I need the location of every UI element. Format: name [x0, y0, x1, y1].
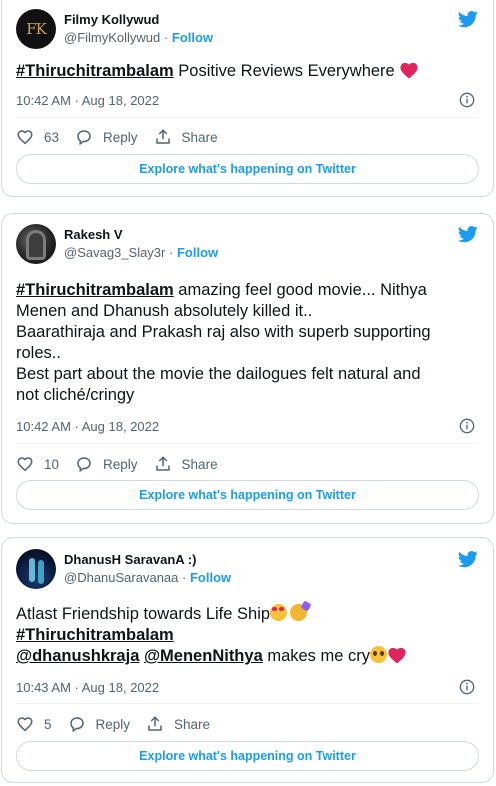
reply-bubble-icon: [69, 717, 84, 733]
tweet-text: #Thiruchitrambalam Positive Reviews Ever…: [16, 61, 479, 82]
info-icon[interactable]: [459, 679, 475, 695]
pleading-face-emoji: [370, 646, 388, 663]
author-handle[interactable]: @DhanuSaravanaa: [64, 570, 178, 585]
like-heart-icon: [17, 457, 33, 472]
avatar[interactable]: FK: [16, 9, 56, 49]
tweet-text-line: Atlast Friendship towards Life Ship: [16, 605, 271, 623]
red-heart-emoji: [388, 647, 406, 664]
tweet-text-rest: makes me cry: [262, 647, 371, 665]
share-label: Share: [181, 456, 218, 472]
tweet-line: #Thiruchitrambalam: [16, 625, 479, 646]
avatar-figure: [29, 558, 35, 582]
tweet-line: Menen and Dhanush absolutely killed it..: [16, 302, 313, 320]
tweet-card[interactable]: FK Filmy Kollywud @FilmyKollywud · Follo…: [1, 0, 494, 197]
reply-button[interactable]: Reply: [75, 455, 138, 473]
avatar[interactable]: [16, 224, 56, 264]
tweet-line: #Thiruchitrambalam amazing feel good mov…: [16, 280, 479, 301]
reply-bubble-icon: [77, 457, 91, 473]
share-button[interactable]: Share: [154, 455, 218, 473]
reply-label: Reply: [103, 129, 138, 145]
tweet-timestamp[interactable]: 10:43 AM · Aug 18, 2022: [16, 680, 159, 695]
twitter-bird-icon[interactable]: [457, 549, 479, 569]
share-label: Share: [181, 129, 218, 145]
tweet-card[interactable]: DhanusH SaravanA :) @DhanuSaravanaa · Fo…: [1, 537, 494, 783]
twitter-bird-icon[interactable]: [457, 224, 479, 244]
party-face-emoji: [290, 604, 308, 621]
reply-button[interactable]: Reply: [68, 715, 131, 733]
reply-label: Reply: [103, 456, 138, 472]
share-icon: [155, 129, 170, 144]
divider: [16, 443, 479, 444]
info-icon[interactable]: [459, 418, 475, 434]
hashtag-link[interactable]: #Thiruchitrambalam: [16, 626, 174, 644]
share-label: Share: [174, 716, 211, 732]
tweet-line: Best part about the movie the dailogues …: [16, 365, 421, 383]
follow-link[interactable]: Follow: [172, 30, 213, 45]
tweet-line: not cliché/cringy: [16, 386, 135, 404]
tweet-timestamp[interactable]: 10:42 AM · Aug 18, 2022: [16, 419, 159, 434]
tweet-actions: 63 Reply Share: [16, 127, 234, 147]
share-icon: [155, 456, 170, 471]
divider: [16, 703, 479, 704]
follow-link[interactable]: Follow: [190, 570, 231, 585]
hashtag-link[interactable]: #Thiruchitrambalam: [16, 62, 174, 80]
like-button[interactable]: 5: [16, 715, 52, 733]
tweet-header: DhanusH SaravanA :) @DhanuSaravanaa · Fo…: [16, 549, 479, 593]
author-handle-line: @DhanuSaravanaa · Follow: [64, 570, 231, 585]
tweet-line: Atlast Friendship towards Life Ship: [16, 604, 479, 625]
share-icon: [148, 716, 162, 731]
like-heart-icon: [17, 130, 33, 145]
share-button[interactable]: Share: [146, 715, 210, 733]
divider: [16, 117, 479, 118]
tweet-header: Rakesh V @Savag3_Slay3r · Follow: [16, 224, 479, 268]
like-count: 63: [44, 129, 60, 145]
follow-link[interactable]: Follow: [177, 245, 218, 260]
explore-button[interactable]: Explore what's happening on Twitter: [16, 480, 479, 510]
separator-dot: ·: [182, 570, 187, 585]
mention-link[interactable]: @dhanushkraja: [16, 647, 139, 665]
author-handle-line: @FilmyKollywud · Follow: [64, 30, 213, 45]
share-button[interactable]: Share: [154, 128, 218, 146]
like-count: 5: [44, 716, 52, 732]
tweet-timestamp[interactable]: 10:42 AM · Aug 18, 2022: [16, 93, 159, 108]
like-count: 10: [44, 456, 60, 472]
smiling-hearts-emoji: [270, 604, 288, 621]
tweet-actions: 10 Reply Share: [16, 454, 234, 474]
like-button[interactable]: 63: [16, 128, 59, 146]
avatar-monogram: FK: [26, 20, 47, 38]
twitter-bird-icon[interactable]: [457, 9, 479, 29]
explore-button[interactable]: Explore what's happening on Twitter: [16, 154, 479, 184]
author-name[interactable]: DhanusH SaravanA :): [64, 552, 196, 567]
info-icon[interactable]: [459, 92, 475, 108]
like-button[interactable]: 10: [16, 455, 59, 473]
like-heart-icon: [17, 717, 33, 732]
reply-button[interactable]: Reply: [75, 128, 138, 146]
tweet-line: roles..: [16, 344, 61, 362]
tweet-line: Baarathiraja and Prakash raj also with s…: [16, 323, 431, 341]
tweet-header: FK Filmy Kollywud @FilmyKollywud · Follo…: [16, 9, 479, 53]
explore-button[interactable]: Explore what's happening on Twitter: [16, 741, 479, 771]
avatar-figure: [26, 230, 46, 260]
mention-link[interactable]: @MenenNithya: [144, 647, 263, 665]
reply-label: Reply: [95, 716, 131, 732]
red-heart-emoji: [400, 62, 418, 79]
author-handle-line: @Savag3_Slay3r · Follow: [64, 245, 218, 260]
author-handle[interactable]: @FilmyKollywud: [64, 30, 160, 45]
tweet-text-rest: amazing feel good movie... Nithya: [173, 281, 427, 299]
tweet-text: Atlast Friendship towards Life Ship #Thi…: [16, 604, 479, 667]
tweet-text: #Thiruchitrambalam amazing feel good mov…: [16, 280, 479, 406]
reply-bubble-icon: [77, 130, 91, 146]
tweet-actions: 5 Reply Share: [16, 714, 226, 734]
author-name[interactable]: Rakesh V: [64, 227, 123, 242]
tweet-line: @dhanushkraja @MenenNithya makes me cry: [16, 646, 479, 667]
hashtag-link[interactable]: #Thiruchitrambalam: [16, 281, 174, 299]
tweet-card[interactable]: Rakesh V @Savag3_Slay3r · Follow #Thiruc…: [1, 213, 494, 524]
tweet-text-rest: Positive Reviews Everywhere: [173, 62, 400, 80]
avatar[interactable]: [16, 549, 56, 589]
separator-dot: ·: [163, 30, 169, 45]
separator-dot: ·: [169, 245, 174, 260]
author-name[interactable]: Filmy Kollywud: [64, 12, 159, 27]
author-handle[interactable]: @Savag3_Slay3r: [64, 245, 165, 260]
